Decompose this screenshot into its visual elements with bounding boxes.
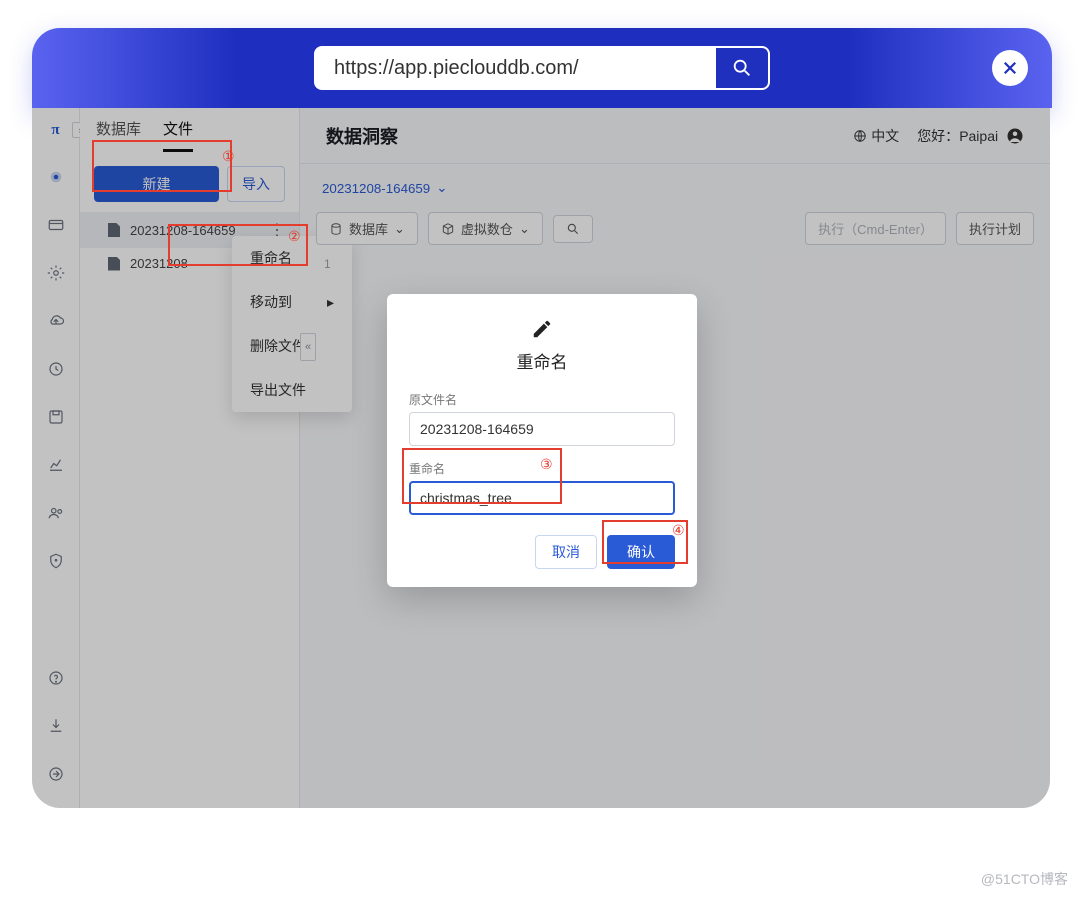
app-window: π › 数据库 文件 新建 导入 20231208-164659 ⋮ xyxy=(32,108,1050,808)
browser-chrome xyxy=(32,28,1052,108)
cancel-button[interactable]: 取消 xyxy=(535,535,597,569)
annotation-label-2: ② xyxy=(288,228,301,245)
close-icon xyxy=(1001,59,1019,77)
search-icon xyxy=(731,57,753,79)
orig-filename-input[interactable] xyxy=(409,412,675,446)
rename-modal: 重命名 原文件名 重命名 取消 确认 xyxy=(387,294,697,587)
annotation-label-1: ① xyxy=(222,148,235,165)
go-button[interactable] xyxy=(714,46,770,90)
annotation-label-4: ④ xyxy=(672,522,685,539)
confirm-button[interactable]: 确认 xyxy=(607,535,675,569)
watermark: @51CTO博客 xyxy=(981,869,1068,889)
url-input[interactable] xyxy=(314,46,714,90)
annotation-label-3: ③ xyxy=(540,456,553,473)
new-filename-input[interactable] xyxy=(409,481,675,515)
modal-title: 重命名 xyxy=(409,348,675,373)
close-frame-button[interactable] xyxy=(992,50,1028,86)
address-bar xyxy=(314,46,770,90)
orig-label: 原文件名 xyxy=(409,391,675,408)
pencil-icon xyxy=(409,318,675,340)
